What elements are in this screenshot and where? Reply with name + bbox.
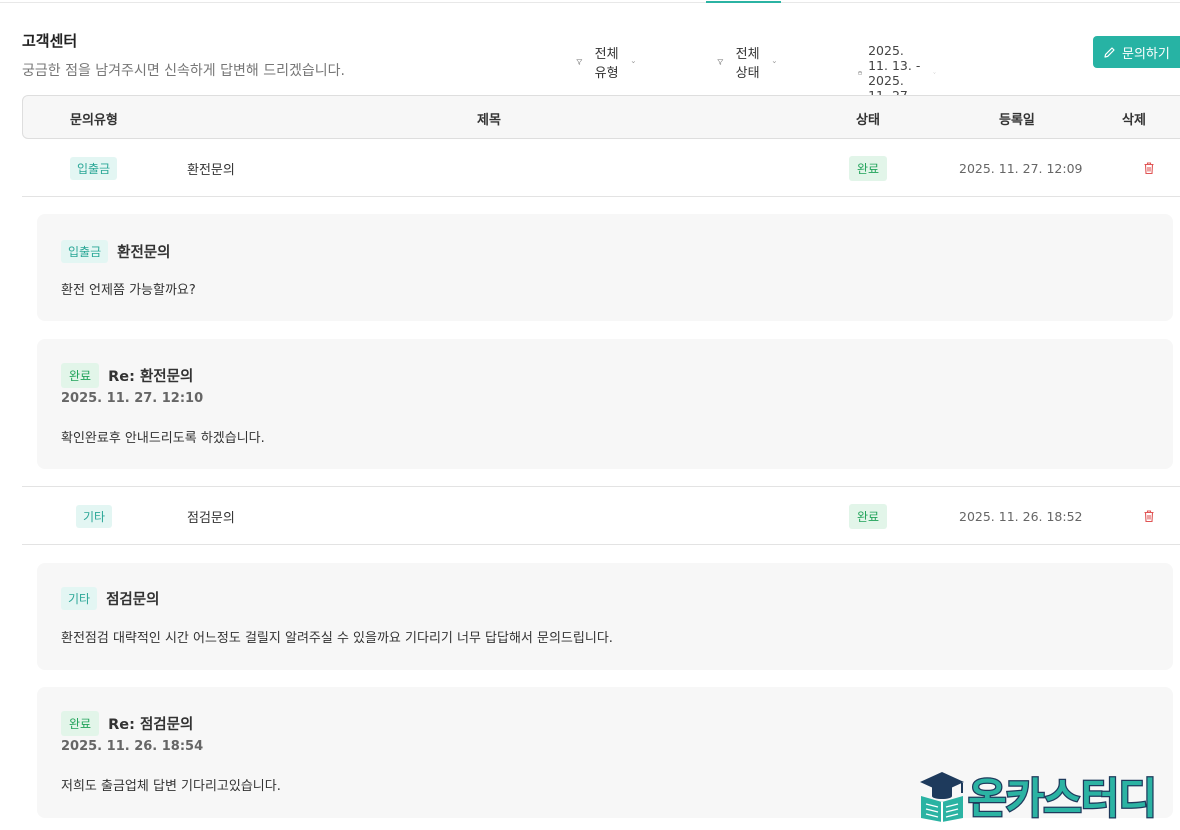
pencil-icon bbox=[1104, 46, 1115, 58]
column-header-delete: 삭제 bbox=[1122, 113, 1146, 128]
page-header: 고객센터 궁금한 점을 남겨주시면 신속하게 답변해 드리겠습니다. bbox=[22, 30, 345, 80]
reply-body: 저희도 출금업체 답변 기다리고있습니다. bbox=[61, 779, 281, 794]
table-row[interactable]: 입출금 환전문의 완료 2025. 11. 27. 12:09 bbox=[22, 139, 1180, 197]
page-subtitle: 궁금한 점을 남겨주시면 신속하게 답변해 드리겠습니다. bbox=[22, 63, 345, 79]
category-badge: 입출금 bbox=[70, 156, 118, 180]
status-badge: 완료 bbox=[849, 503, 888, 529]
status-filter-dropdown[interactable]: 전체 상태 bbox=[717, 43, 777, 81]
date-range-label: 2025. 11. 13. - 2025. 11. 27. bbox=[868, 43, 921, 103]
date-range-picker[interactable]: 2025. 11. 13. - 2025. 11. 27. bbox=[858, 43, 936, 103]
inquiry-date: 2025. 11. 27. 12:09 bbox=[959, 160, 1083, 176]
trash-icon[interactable] bbox=[1142, 161, 1156, 175]
type-filter-label: 전체 유형 bbox=[594, 47, 619, 81]
column-header-title: 제목 bbox=[477, 113, 501, 128]
question-title: 환전문의 bbox=[117, 245, 171, 261]
watermark-logo: 온카스터디 bbox=[920, 772, 1158, 822]
question-body: 환전점검 대략적인 시간 어느정도 걸릴지 알려주실 수 있을까요 기다리기 너… bbox=[61, 631, 613, 646]
top-divider bbox=[0, 2, 1180, 3]
filter-icon bbox=[717, 59, 724, 65]
category-badge: 입출금 bbox=[61, 240, 109, 263]
active-tab-indicator bbox=[706, 1, 781, 3]
inquiry-title: 환전문의 bbox=[187, 162, 235, 178]
filter-icon bbox=[576, 59, 583, 65]
inquiry-date: 2025. 11. 26. 18:52 bbox=[959, 508, 1083, 524]
column-header-type: 문의유형 bbox=[70, 113, 118, 128]
reply-card: 완료 Re: 환전문의 2025. 11. 27. 12:10 확인완료후 안내… bbox=[37, 339, 1173, 469]
new-inquiry-label: 문의하기 bbox=[1122, 46, 1170, 62]
column-header-status: 상태 bbox=[856, 113, 880, 128]
calendar-icon bbox=[858, 71, 862, 75]
chevron-down-icon bbox=[631, 61, 636, 64]
table-header: 문의유형 제목 상태 등록일 삭제 bbox=[22, 95, 1180, 139]
column-header-date: 등록일 bbox=[999, 113, 1035, 128]
reply-body: 확인완료후 안내드리도록 하겠습니다. bbox=[61, 431, 265, 446]
reply-date: 2025. 11. 27. 12:10 bbox=[61, 391, 204, 406]
status-badge: 완료 bbox=[849, 155, 888, 181]
reply-title: Re: 환전문의 bbox=[108, 369, 194, 385]
graduation-cap-book-icon bbox=[920, 772, 964, 822]
question-card: 기타 점검문의 환전점검 대략적인 시간 어느정도 걸릴지 알려주실 수 있을까… bbox=[37, 563, 1173, 670]
category-badge: 기타 bbox=[61, 587, 98, 610]
chevron-down-icon bbox=[933, 72, 936, 74]
table-row[interactable]: 기타 점검문의 완료 2025. 11. 26. 18:52 bbox=[22, 487, 1180, 545]
category-badge: 기타 bbox=[76, 504, 113, 528]
status-filter-label: 전체 상태 bbox=[735, 47, 760, 81]
chevron-down-icon bbox=[772, 61, 777, 64]
question-card: 입출금 환전문의 환전 언제쯤 가능할까요? bbox=[37, 214, 1173, 321]
new-inquiry-button[interactable]: 문의하기 bbox=[1093, 36, 1180, 68]
svg-text:온카스터디: 온카스터디 bbox=[968, 774, 1156, 822]
inquiry-title: 점검문의 bbox=[187, 510, 235, 526]
status-badge: 완료 bbox=[61, 363, 100, 388]
question-body: 환전 언제쯤 가능할까요? bbox=[61, 283, 196, 298]
type-filter-dropdown[interactable]: 전체 유형 bbox=[576, 43, 636, 81]
reply-title: Re: 점검문의 bbox=[108, 717, 194, 733]
status-badge: 완료 bbox=[61, 711, 100, 736]
reply-date: 2025. 11. 26. 18:54 bbox=[61, 739, 204, 754]
question-title: 점검문의 bbox=[106, 592, 160, 608]
trash-icon[interactable] bbox=[1142, 509, 1156, 523]
page-title: 고객센터 bbox=[22, 32, 78, 50]
